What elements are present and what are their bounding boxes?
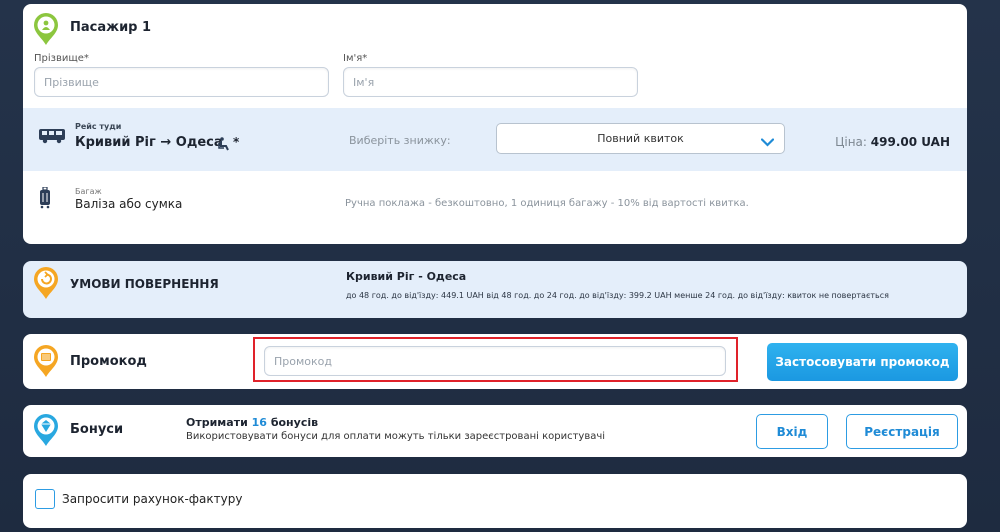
refund-conditions: до 48 год. до від'їзду: 449.1 UAH від 48… <box>346 291 889 300</box>
seat-mark: * <box>233 135 240 149</box>
name-label: Ім'я* <box>343 53 368 64</box>
route-text: Кривий Ріг → Одеса <box>75 135 223 150</box>
bus-icon <box>38 128 66 148</box>
surname-input[interactable]: Прізвище <box>34 67 329 97</box>
bonus-title: Бонуси <box>70 422 124 437</box>
passenger-card: Пасажир 1 Прізвище* Прізвище Ім'я* Ім'я … <box>23 4 967 244</box>
trip-row: Рейс туди Кривий Ріг → Одеса * Виберіть … <box>23 108 967 171</box>
login-button[interactable]: Вхід <box>756 414 828 449</box>
price-label: Ціна: <box>835 135 867 149</box>
price: Ціна: 499.00 UAH <box>835 135 950 149</box>
discount-value: Повний квиток <box>597 132 684 145</box>
refund-pin-icon <box>32 266 60 300</box>
invoice-checkbox[interactable] <box>35 489 55 509</box>
bonus-pin-icon <box>32 413 60 447</box>
bonus-count: 16 <box>251 416 267 429</box>
invoice-card: Запросити рахунок-фактуру <box>23 474 967 528</box>
seat-icon <box>218 136 230 155</box>
route-to: Одеса <box>175 135 223 150</box>
name-input[interactable]: Ім'я <box>343 67 638 97</box>
bonus-card: Бонуси Отримати 16 бонусів Використовува… <box>23 405 967 457</box>
promo-highlight <box>253 337 738 382</box>
baggage-note: Ручна поклажа - безкоштовно, 1 одиниця б… <box>345 198 749 209</box>
apply-promo-button[interactable]: Застосовувати промокод <box>767 343 958 381</box>
refund-card: УМОВИ ПОВЕРНЕННЯ Кривий Ріг - Одеса до 4… <box>23 261 967 318</box>
discount-select[interactable]: Повний квиток <box>496 123 785 154</box>
route-arrow: → <box>160 135 172 150</box>
suitcase-icon <box>39 186 51 213</box>
bonus-note: Використовувати бонуси для оплати можуть… <box>186 431 606 442</box>
bonus-get-prefix: Отримати <box>186 416 248 429</box>
user-pin-icon <box>32 12 60 46</box>
surname-placeholder: Прізвище <box>44 75 99 89</box>
invoice-label: Запросити рахунок-фактуру <box>62 492 243 506</box>
name-placeholder: Ім'я <box>353 75 375 89</box>
bonus-get-suffix: бонусів <box>270 416 319 429</box>
register-button[interactable]: Реєстрація <box>846 414 958 449</box>
surname-label: Прізвище* <box>34 53 89 64</box>
promo-title: Промокод <box>70 354 147 369</box>
promo-pin-icon <box>32 344 60 378</box>
passenger-title: Пасажир 1 <box>70 20 152 35</box>
chevron-down-icon <box>760 132 775 151</box>
baggage-value: Валіза або сумка <box>75 197 183 211</box>
baggage-label: Багаж <box>75 187 102 196</box>
refund-title: УМОВИ ПОВЕРНЕННЯ <box>70 277 219 291</box>
route-from: Кривий Ріг <box>75 135 156 150</box>
price-value: 499.00 UAH <box>870 135 950 149</box>
bonus-get-line: Отримати 16 бонусів <box>186 416 318 429</box>
discount-label: Виберіть знижку: <box>349 134 451 147</box>
direction-label: Рейс туди <box>75 122 122 131</box>
refund-route: Кривий Ріг - Одеса <box>346 270 467 283</box>
